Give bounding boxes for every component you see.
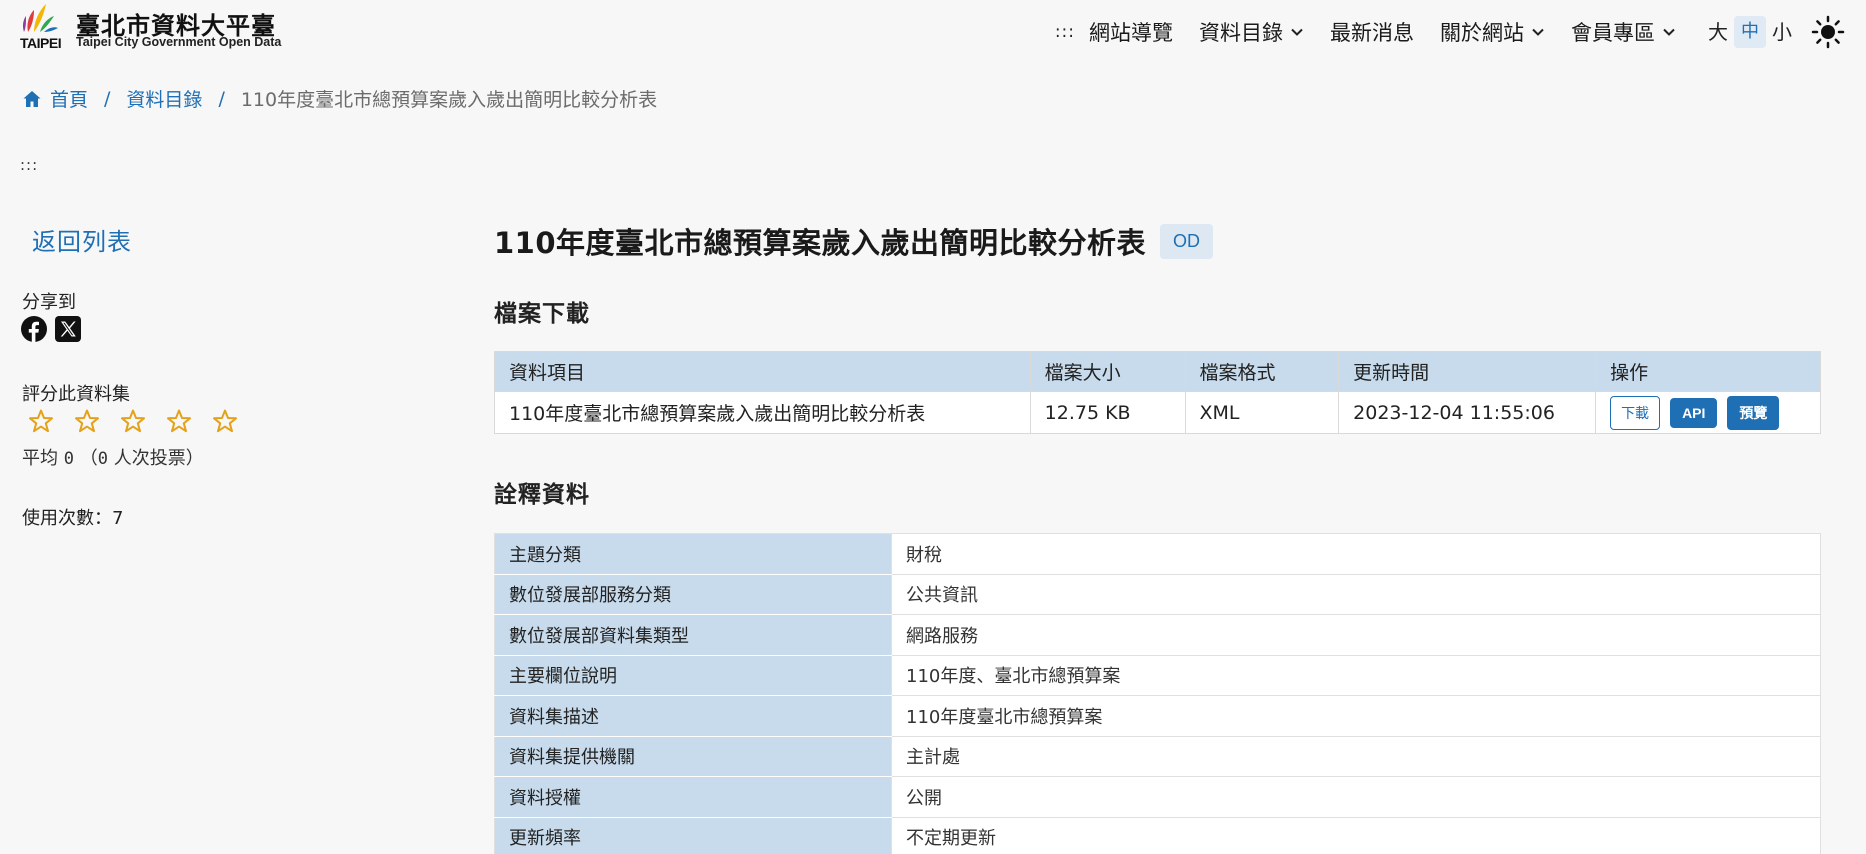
breadcrumb-separator: /: [218, 87, 225, 110]
content-accesskey[interactable]: :::: [20, 156, 38, 174]
font-size-switcher: 大 中 小: [1702, 16, 1798, 48]
share-label: 分享到: [22, 292, 76, 313]
download-button[interactable]: 下載: [1610, 395, 1661, 430]
rating-average: 平均 0 （0 人次投票）: [22, 444, 204, 470]
metadata-key: 數位發展部資料集類型: [494, 614, 892, 656]
breadcrumb-separator: /: [104, 87, 111, 110]
share-icons: [21, 316, 81, 342]
metadata-row: 主題分類 財稅: [494, 533, 1821, 575]
metadata-row: 資料集描述 110年度臺北市總預算案: [494, 695, 1821, 737]
metadata-row: 更新頻率 不定期更新: [494, 816, 1821, 854]
download-table: 資料項目 檔案大小 檔案格式 更新時間 操作 110年度臺北市總預算案歲入歲出簡…: [494, 351, 1821, 434]
home-icon: [23, 90, 41, 107]
breadcrumb: 首頁 / 資料目錄 / 110年度臺北市總預算案歲入歲出簡明比較分析表: [22, 85, 657, 112]
nav-member[interactable]: 會員專區: [1571, 17, 1676, 47]
nav-news-label: 最新消息: [1330, 21, 1414, 45]
metadata-key: 資料授權: [494, 776, 892, 818]
metadata-value: 110年度臺北市總預算案: [891, 695, 1821, 737]
star-icon[interactable]: [120, 408, 146, 434]
metadata-row: 資料授權 公開: [494, 776, 1821, 818]
column-header-item: 資料項目: [494, 351, 1031, 392]
rating-votes-count: 0: [97, 449, 108, 469]
main-nav: ::: 網站導覽 資料目錄 最新消息 關於網站 會員專區 大 中 小: [1055, 14, 1866, 50]
metadata-key: 主要欄位說明: [494, 654, 892, 696]
dataset-title-row: 110年度臺北市總預算案歲入歲出簡明比較分析表 OD: [494, 220, 1214, 262]
back-to-list-link[interactable]: 返回列表: [32, 222, 132, 257]
nav-catalog[interactable]: 資料目錄: [1199, 17, 1304, 47]
x-twitter-icon[interactable]: [55, 316, 81, 342]
column-header-actions: 操作: [1595, 351, 1821, 392]
site-subtitle: Taipei City Government Open Data: [76, 35, 282, 49]
metadata-value: 公開: [891, 776, 1821, 818]
logo-taipei-text: TAIPEI: [20, 35, 62, 51]
breadcrumb-catalog[interactable]: 資料目錄: [126, 85, 202, 112]
chevron-down-icon: [1532, 28, 1544, 36]
font-size-medium[interactable]: 中: [1734, 16, 1766, 48]
od-badge: OD: [1160, 223, 1214, 259]
column-header-format: 檔案格式: [1184, 351, 1340, 392]
font-size-large[interactable]: 大: [1702, 16, 1734, 48]
metadata-row: 資料集提供機關 主計處: [494, 735, 1821, 777]
metadata-heading: 詮釋資料: [494, 482, 590, 508]
facebook-icon[interactable]: [21, 316, 47, 342]
rating-open-paren: （: [79, 448, 98, 469]
column-header-updated: 更新時間: [1338, 351, 1597, 392]
metadata-key: 更新頻率: [494, 816, 892, 854]
cell-format: XML: [1184, 391, 1340, 434]
download-heading: 檔案下載: [494, 301, 590, 327]
metadata-value: 不定期更新: [891, 816, 1821, 854]
nav-catalog-label: 資料目錄: [1199, 21, 1283, 45]
site-header: TAIPEI 臺北市資料大平臺 Taipei City Government O…: [0, 0, 1866, 62]
nav-about-label: 關於網站: [1440, 21, 1524, 45]
metadata-row: 主要欄位說明 110年度、臺北市總預算案: [494, 654, 1821, 696]
cell-item: 110年度臺北市總預算案歲入歲出簡明比較分析表: [494, 391, 1031, 434]
rating-stars: [28, 408, 238, 434]
metadata-key: 主題分類: [494, 533, 892, 575]
breadcrumb-current: 110年度臺北市總預算案歲入歲出簡明比較分析表: [240, 89, 658, 111]
api-button[interactable]: API: [1670, 397, 1718, 428]
table-header-row: 資料項目 檔案大小 檔案格式 更新時間 操作: [494, 351, 1821, 392]
star-icon[interactable]: [74, 408, 100, 434]
rating-votes-suffix: 人次投票）: [113, 448, 204, 469]
star-icon[interactable]: [28, 408, 54, 434]
preview-button[interactable]: 預覽: [1727, 395, 1780, 430]
chevron-down-icon: [1291, 28, 1303, 36]
star-icon[interactable]: [166, 408, 192, 434]
cell-size: 12.75 KB: [1029, 391, 1186, 434]
nav-member-label: 會員專區: [1571, 21, 1655, 45]
cell-actions: 下載 API 預覽: [1595, 391, 1821, 434]
site-logo[interactable]: TAIPEI 臺北市資料大平臺 Taipei City Government O…: [20, 2, 300, 56]
metadata-value: 財稅: [891, 533, 1821, 575]
metadata-value: 公共資訊: [891, 573, 1821, 615]
rating-average-value: 0: [63, 449, 74, 469]
nav-accesskey[interactable]: :::: [1055, 22, 1075, 42]
nav-news[interactable]: 最新消息: [1330, 17, 1414, 47]
nav-sitemap[interactable]: 網站導覽: [1089, 17, 1173, 47]
metadata-value: 110年度、臺北市總預算案: [891, 654, 1821, 696]
metadata-value: 主計處: [891, 735, 1821, 777]
metadata-value: 網路服務: [891, 614, 1821, 656]
metadata-row: 數位發展部服務分類 公共資訊: [494, 573, 1821, 615]
metadata-row: 數位發展部資料集類型 網路服務: [494, 614, 1821, 656]
column-header-size: 檔案大小: [1029, 351, 1186, 392]
metadata-key: 資料集提供機關: [494, 735, 892, 777]
breadcrumb-home[interactable]: 首頁: [22, 85, 88, 112]
nav-sitemap-label: 網站導覽: [1089, 21, 1173, 45]
page-title: 110年度臺北市總預算案歲入歲出簡明比較分析表: [494, 226, 1147, 260]
font-size-small[interactable]: 小: [1766, 16, 1798, 48]
star-icon[interactable]: [212, 408, 238, 434]
rating-label: 評分此資料集: [22, 384, 130, 405]
metadata-key: 資料集描述: [494, 695, 892, 737]
metadata-key: 數位發展部服務分類: [494, 573, 892, 615]
usage-count: 使用次數：7: [22, 508, 124, 529]
sun-icon[interactable]: [1810, 14, 1846, 50]
cell-updated: 2023-12-04 11:55:06: [1338, 391, 1597, 434]
nav-about[interactable]: 關於網站: [1440, 17, 1545, 47]
breadcrumb-home-label: 首頁: [50, 89, 89, 111]
chevron-down-icon: [1663, 28, 1675, 36]
rating-average-prefix: 平均: [22, 448, 58, 469]
metadata-table: 主題分類 財稅 數位發展部服務分類 公共資訊 數位發展部資料集類型 網路服務 主…: [494, 533, 1821, 854]
table-row: 110年度臺北市總預算案歲入歲出簡明比較分析表 12.75 KB XML 202…: [494, 391, 1821, 434]
